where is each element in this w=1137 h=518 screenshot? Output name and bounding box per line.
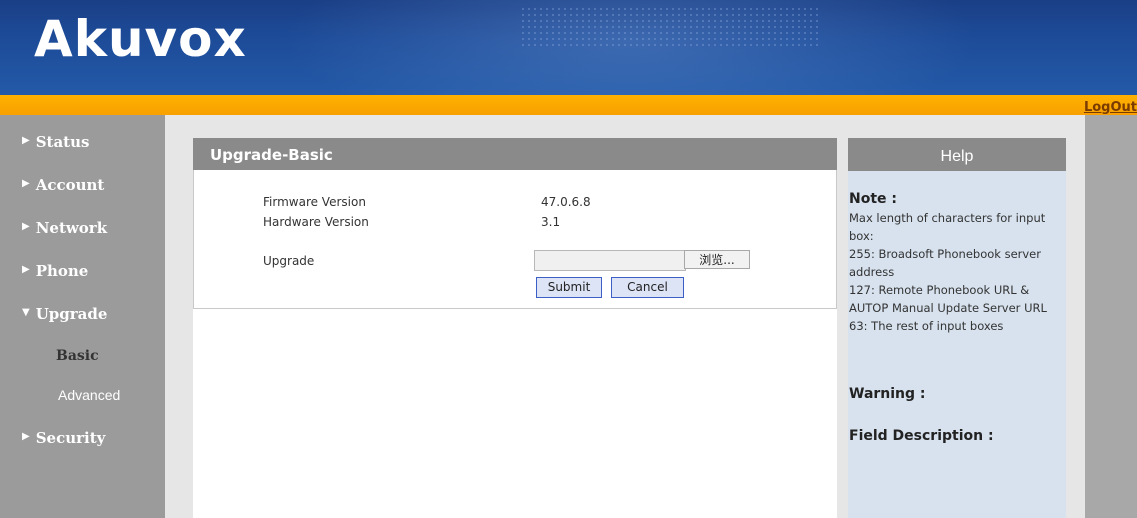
right-gray-strip <box>1085 115 1137 518</box>
triangle-right-icon: ▶ <box>22 264 30 275</box>
sidebar-item-label: Phone <box>35 262 89 280</box>
note-text-remote-phonebook: 127: Remote Phonebook URL & AUTOP Manual… <box>849 283 1047 315</box>
sidebar-subitem-advanced[interactable]: Advanced <box>58 387 120 403</box>
note-text-broadsoft: 255: Broadsoft Phonebook server address <box>849 247 1041 279</box>
sidebar-item-network[interactable]: ▶ Network <box>22 219 107 237</box>
firmware-file-input[interactable] <box>534 250 686 271</box>
help-title: Help <box>848 138 1066 171</box>
note-text-rest: 63: The rest of input boxes <box>849 319 1004 333</box>
upgrade-label: Upgrade <box>263 254 315 268</box>
header-dot-pattern <box>520 6 820 46</box>
triangle-right-icon: ▶ <box>22 221 30 232</box>
sidebar-subitem-basic[interactable]: Basic <box>56 348 99 364</box>
help-panel: Help Note : Max length of characters for… <box>848 138 1066 518</box>
sidebar-item-label: Account <box>35 176 105 194</box>
brand-logo: Akuvox <box>34 10 247 68</box>
warning-heading: Warning : <box>849 386 926 402</box>
triangle-right-icon: ▶ <box>22 135 30 146</box>
header-banner: Akuvox <box>0 0 1137 95</box>
sidebar-item-account[interactable]: ▶ Account <box>22 176 104 194</box>
main-panel: Upgrade-Basic Firmware Version 47.0.6.8 … <box>193 138 837 518</box>
orange-divider-bar <box>0 95 1137 115</box>
sidebar-nav: ▶ Status ▶ Account ▶ Network ▶ Phone ▼ Upgrad… <box>0 115 165 518</box>
hardware-version-label: Hardware Version <box>263 215 369 229</box>
hardware-version-value: 3.1 <box>541 215 561 229</box>
sidebar-item-phone[interactable]: ▶ Phone <box>22 262 88 280</box>
cancel-button[interactable]: Cancel <box>611 277 684 298</box>
submit-button[interactable]: Submit <box>536 277 602 298</box>
note-heading: Note : <box>849 191 897 207</box>
note-text-max-length: Max length of characters for input box: <box>849 211 1046 243</box>
logout-link[interactable]: LogOut <box>1084 100 1137 115</box>
browse-button[interactable]: 浏览... <box>684 250 750 269</box>
triangle-right-icon: ▶ <box>22 431 30 442</box>
sidebar-item-label: Status <box>35 133 90 151</box>
triangle-down-icon: ▼ <box>22 307 30 318</box>
firmware-version-value: 47.0.6.8 <box>541 195 591 209</box>
firmware-version-label: Firmware Version <box>263 195 366 209</box>
form-area: Firmware Version 47.0.6.8 Hardware Versi… <box>193 170 837 309</box>
field-description-heading: Field Description : <box>849 428 994 444</box>
sidebar-item-label: Upgrade <box>35 305 108 323</box>
section-header: Upgrade-Basic <box>193 138 837 170</box>
sidebar-item-label: Security <box>35 429 106 447</box>
sidebar-item-label: Network <box>35 219 108 237</box>
sidebar-item-security[interactable]: ▶ Security <box>22 429 105 447</box>
page-title: Upgrade-Basic <box>210 146 333 164</box>
sidebar-item-status[interactable]: ▶ Status <box>22 133 89 151</box>
sidebar-item-upgrade[interactable]: ▼ Upgrade <box>22 305 107 323</box>
triangle-right-icon: ▶ <box>22 178 30 189</box>
